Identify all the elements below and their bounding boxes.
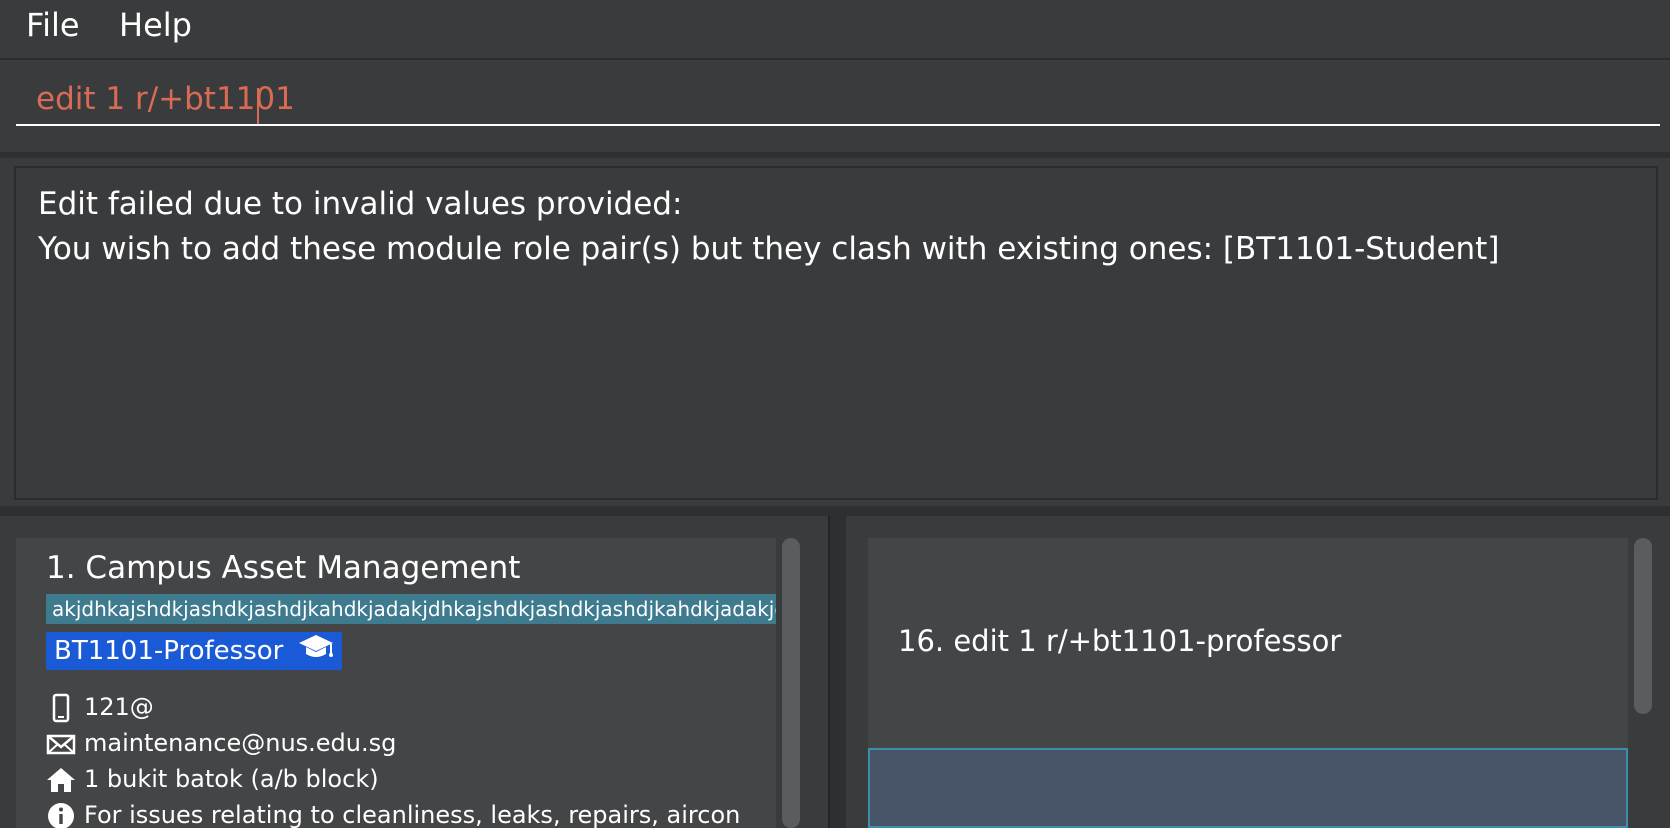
result-line-1: Edit failed due to invalid values provid… <box>38 186 683 222</box>
info-icon <box>46 801 76 828</box>
person-list-scroll-thumb[interactable] <box>782 538 800 828</box>
role-tag: BT1101-Professor <box>46 632 342 670</box>
command-history-panel: 16. edit 1 r/+bt1101-professor <box>846 516 1670 828</box>
address-row: 1 bukit batok (a/b block) <box>46 762 379 796</box>
command-box <box>0 60 1670 158</box>
menu-bar: File Help <box>0 0 1670 60</box>
menu-help[interactable]: Help <box>119 6 192 44</box>
info-value: For issues relating to cleanliness, leak… <box>84 801 741 828</box>
person-card[interactable]: 1. Campus Asset Management akjdhkajshdkj… <box>16 538 776 828</box>
command-history-scroll-thumb[interactable] <box>1634 538 1652 714</box>
phone-row: 121@ <box>46 690 154 724</box>
command-history-item-selected[interactable] <box>868 748 1628 828</box>
command-input[interactable] <box>16 74 1660 126</box>
command-history-scrollbar[interactable] <box>1632 538 1652 828</box>
role-tag-label: BT1101-Professor <box>54 636 284 666</box>
description-tag: akjdhkajshdkjashdkjashdjkahdkjadakjdhkaj… <box>46 594 776 624</box>
split-pane-divider[interactable] <box>828 516 846 828</box>
email-row: maintenance@nus.edu.sg <box>46 726 396 760</box>
phone-value: 121@ <box>84 693 154 721</box>
person-list-panel: 1. Campus Asset Management akjdhkajshdkj… <box>0 516 828 828</box>
horizontal-divider[interactable] <box>0 506 1670 516</box>
address-value: 1 bukit batok (a/b block) <box>84 765 379 793</box>
result-line-2: You wish to add these module role pair(s… <box>38 231 1500 267</box>
home-icon <box>46 765 76 795</box>
command-history-item[interactable]: 16. edit 1 r/+bt1101-professor <box>868 538 1628 748</box>
envelope-icon <box>46 729 76 759</box>
person-name: 1. Campus Asset Management <box>46 550 521 586</box>
command-history-text: 16. edit 1 r/+bt1101-professor <box>898 624 1342 658</box>
phone-icon <box>46 693 76 723</box>
result-display[interactable]: Edit failed due to invalid values provid… <box>14 166 1658 500</box>
graduation-cap-icon <box>298 632 334 671</box>
person-list-scrollbar[interactable] <box>780 538 800 828</box>
text-caret <box>257 88 259 124</box>
info-row: For issues relating to cleanliness, leak… <box>46 798 776 828</box>
menu-file[interactable]: File <box>26 6 80 44</box>
email-value: maintenance@nus.edu.sg <box>84 729 397 757</box>
